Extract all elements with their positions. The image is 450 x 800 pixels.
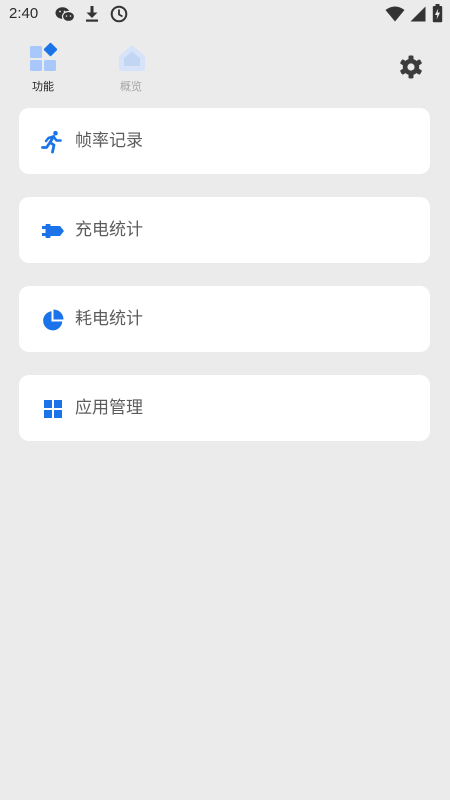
wifi-icon bbox=[385, 6, 405, 22]
menu-item-label: 应用管理 bbox=[75, 398, 143, 418]
pie-chart-icon bbox=[43, 309, 64, 331]
status-time: 2:40 bbox=[9, 5, 39, 22]
menu-item-power-stats[interactable]: 耗电统计 bbox=[19, 286, 430, 352]
menu-item-app-management[interactable]: 应用管理 bbox=[19, 375, 430, 441]
download-icon bbox=[86, 6, 98, 22]
menu-item-charging-stats[interactable]: 充电统计 bbox=[19, 197, 430, 263]
gear-icon[interactable] bbox=[397, 53, 425, 81]
signal-icon bbox=[410, 6, 426, 22]
tab-overview-label: 概览 bbox=[120, 80, 142, 93]
grid-apps-icon bbox=[44, 400, 62, 418]
tab-features-label: 功能 bbox=[32, 80, 54, 93]
menu-item-label: 充电统计 bbox=[75, 220, 143, 240]
running-icon bbox=[41, 130, 62, 154]
menu-item-label: 耗电统计 bbox=[75, 309, 143, 329]
tab-features[interactable]: 功能 bbox=[15, 40, 71, 96]
tab-overview[interactable]: 概览 bbox=[103, 40, 159, 96]
charging-plug-icon bbox=[42, 224, 64, 238]
clock-icon bbox=[110, 5, 128, 23]
menu-item-label: 帧率记录 bbox=[75, 131, 143, 151]
status-bar: 2:40 bbox=[0, 0, 450, 28]
tab-bar: 功能 概览 bbox=[0, 40, 450, 100]
features-grid-icon bbox=[30, 42, 58, 71]
menu-item-fps-record[interactable]: 帧率记录 bbox=[19, 108, 430, 174]
battery-icon bbox=[432, 4, 443, 23]
wechat-icon bbox=[55, 7, 75, 23]
home-icon bbox=[119, 45, 145, 71]
